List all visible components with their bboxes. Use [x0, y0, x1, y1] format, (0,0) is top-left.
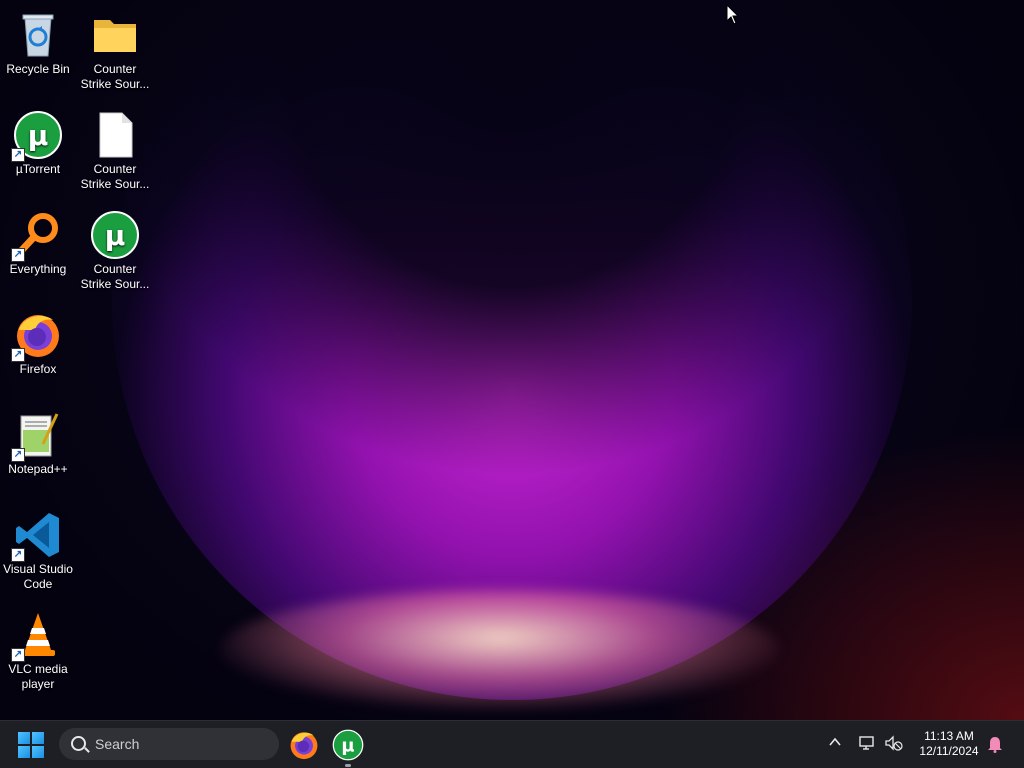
vlc-icon: ↗	[11, 610, 63, 662]
desktop-icon-counter-strike-file[interactable]: Counter Strike Sour...	[77, 104, 153, 192]
everything-search-icon: ↗	[11, 210, 63, 262]
vscode-icon: ↗	[11, 510, 63, 562]
shortcut-arrow-icon: ↗	[11, 348, 25, 362]
network-icon[interactable]	[858, 734, 876, 757]
search-placeholder: Search	[95, 736, 140, 752]
taskbar-clock[interactable]: 11:13 AM 12/11/2024	[912, 729, 986, 759]
desktop-icon-notepad-plus-plus[interactable]: ↗ Notepad++	[0, 404, 76, 477]
desktop-icon-counter-strike-folder[interactable]: Counter Strike Sour...	[77, 4, 153, 92]
desktop-icon-recycle-bin[interactable]: Recycle Bin	[0, 4, 76, 77]
start-button[interactable]	[18, 732, 44, 758]
desktop-icon-label: Firefox	[19, 362, 57, 376]
utorrent-icon: µ	[90, 210, 140, 260]
windows-logo-icon	[18, 732, 30, 744]
taskbar-search-box[interactable]: Search	[59, 728, 279, 760]
mouse-cursor-icon	[726, 3, 740, 31]
desktop-icon-label: Everything	[9, 262, 67, 276]
utorrent-icon: µ ↗	[11, 110, 63, 162]
desktop-icon-label: µTorrent	[15, 162, 61, 176]
firefox-icon: ↗	[11, 310, 63, 362]
clock-time: 11:13 AM	[924, 729, 974, 743]
notification-bell-icon[interactable]	[987, 735, 1003, 758]
desktop-icon-vlc[interactable]: ↗ VLC media player	[0, 604, 76, 692]
running-indicator	[345, 764, 351, 767]
desktop-icon-label: Recycle Bin	[6, 62, 70, 76]
desktop-icon-label: VLC media player	[8, 662, 68, 691]
desktop-icon-everything[interactable]: ↗ Everything	[0, 204, 76, 277]
file-icon	[90, 110, 140, 160]
shortcut-arrow-icon: ↗	[11, 248, 25, 262]
svg-text:µ: µ	[28, 119, 49, 152]
desktop-icon-label: Visual Studio Code	[3, 562, 73, 591]
shortcut-arrow-icon: ↗	[11, 648, 25, 662]
desktop-icon-utorrent[interactable]: µ ↗ µTorrent	[0, 104, 76, 177]
utorrent-icon: µ	[332, 729, 364, 761]
desktop-wallpaper	[0, 0, 1024, 720]
desktop-icon-vscode[interactable]: ↗ Visual Studio Code	[0, 504, 76, 592]
taskbar-app-utorrent[interactable]: µ	[332, 729, 364, 767]
shortcut-arrow-icon: ↗	[11, 448, 25, 462]
search-icon	[71, 736, 86, 751]
shortcut-arrow-icon: ↗	[11, 148, 25, 162]
notepad-plus-plus-icon: ↗	[11, 410, 63, 462]
recycle-bin-icon	[13, 10, 63, 60]
show-hidden-icons-chevron-icon[interactable]	[828, 735, 842, 754]
desktop-icon-counter-strike-torrent[interactable]: µ Counter Strike Sour...	[77, 204, 153, 292]
desktop-icon-firefox[interactable]: ↗ Firefox	[0, 304, 76, 377]
taskbar: Search µ 11:13 AM 12/11/2024	[0, 720, 1024, 768]
desktop-icon-label: Counter Strike Sour...	[80, 162, 150, 191]
shortcut-arrow-icon: ↗	[11, 548, 25, 562]
desktop-icon-label: Counter Strike Sour...	[80, 262, 150, 291]
firefox-icon	[290, 732, 318, 760]
svg-text:µ: µ	[341, 735, 354, 756]
taskbar-app-firefox[interactable]	[288, 729, 320, 761]
wallpaper-orb-glow	[220, 590, 780, 710]
desktop-icon-label: Notepad++	[8, 462, 68, 476]
speaker-muted-icon[interactable]	[884, 734, 904, 757]
desktop-icon-label: Counter Strike Sour...	[80, 62, 150, 91]
clock-date: 12/11/2024	[919, 744, 979, 758]
svg-text:µ: µ	[105, 219, 126, 252]
folder-icon	[90, 10, 140, 60]
